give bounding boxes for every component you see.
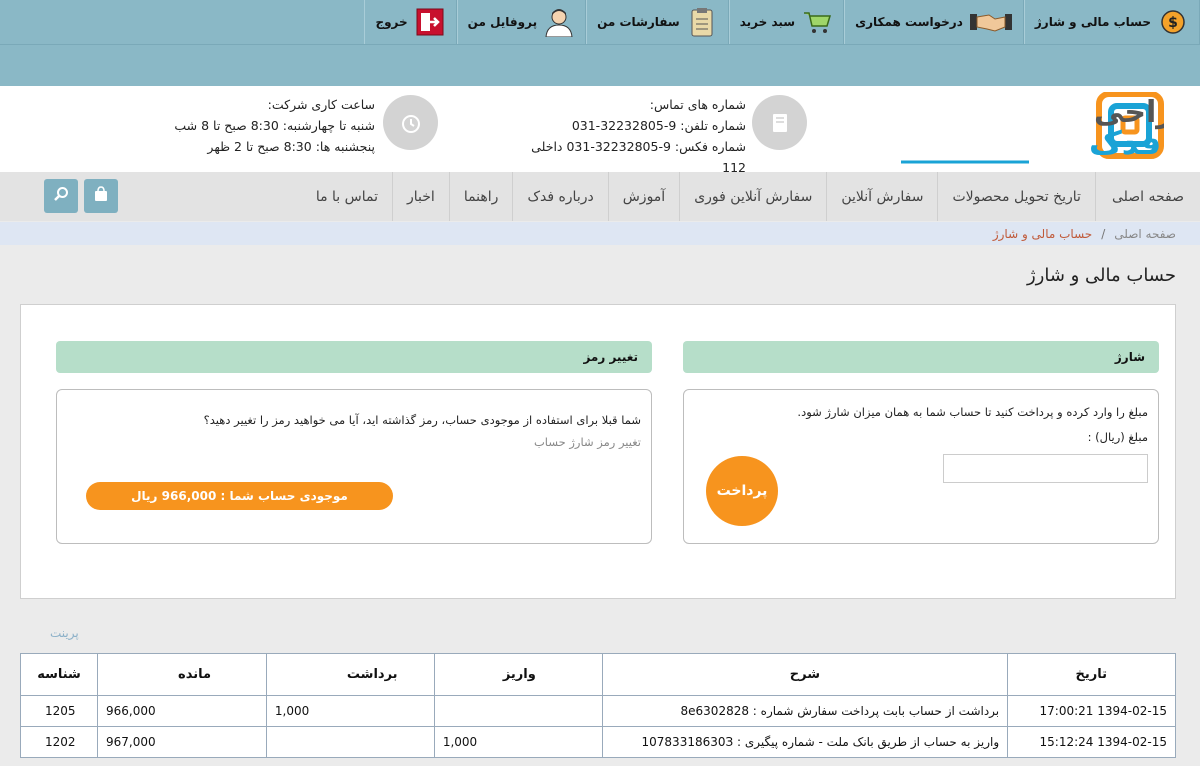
cell-balance: 967,000: [97, 726, 267, 758]
charge-heading: شارژ: [683, 341, 1159, 373]
table-row: 1394-02-15 17:00:21 برداشت از حساب بابت …: [19, 695, 1176, 727]
logout-link[interactable]: خروج: [364, 0, 457, 44]
breadcrumb-current[interactable]: حساب مالی و شارژ: [993, 227, 1092, 241]
nav-contact[interactable]: تماس با ما: [302, 172, 392, 221]
shopping-bag-icon: [93, 186, 109, 206]
search-button[interactable]: [44, 179, 78, 213]
account-panel: شارژ تغییر رمز مبلغ را وارد کرده و پرداخ…: [20, 304, 1176, 599]
contact-numbers: شماره های تماس: شماره تلفن: 9-32232805-0…: [506, 94, 746, 178]
my-profile-link[interactable]: پروفایل من: [456, 0, 587, 44]
coin-dollar-icon: $: [1157, 7, 1189, 37]
cell-deposit: 1,000: [433, 726, 603, 758]
cell-deposit: [433, 695, 603, 727]
nav-online-order[interactable]: سفارش آنلاین: [826, 172, 937, 221]
nav-home[interactable]: صفحه اصلی: [1094, 172, 1200, 221]
col-header-withdraw: برداشت: [265, 653, 435, 696]
col-header-balance: مانده: [97, 653, 267, 696]
cell-id: 1205: [19, 695, 99, 727]
change-password-link[interactable]: تغییر رمز شارژ حساب: [534, 435, 641, 449]
cell-withdraw: 1,000: [265, 695, 435, 727]
svg-text:فدک: فدک: [1089, 124, 1161, 162]
cell-id: 1202: [19, 726, 99, 758]
top-bar-divider: [0, 44, 1200, 45]
col-header-deposit: واریز: [433, 653, 603, 696]
top-bar: $ حساب مالی و شارژ درخواست همکاری سبد خر…: [0, 0, 1200, 86]
logout-label: خروج: [375, 15, 408, 29]
nav-delivery-dates[interactable]: تاریخ تحویل محصولات: [937, 172, 1095, 221]
change-password-description: شما قبلا برای استفاده از موجودی حساب، رم…: [203, 413, 641, 427]
table-row: 1394-02-15 15:12:24 واریز به حساب از طری…: [19, 726, 1176, 758]
breadcrumb-separator: /: [1101, 226, 1106, 241]
working-hours-title: ساعت کاری شرکت:: [267, 97, 375, 112]
phone-number: شماره تلفن: 9-32232805-031: [571, 118, 746, 133]
charge-description: مبلغ را وارد کرده و پرداخت کنید تا حساب …: [797, 405, 1148, 419]
col-header-id: شناسه: [19, 653, 99, 696]
change-password-heading: تغییر رمز: [56, 341, 652, 373]
col-header-description: شرح: [601, 653, 1009, 696]
cart-button[interactable]: [84, 179, 118, 213]
table-header-row: تاریخ شرح واریز برداشت مانده شناسه: [19, 653, 1176, 696]
nav-urgent-online-order[interactable]: سفارش آنلاین فوری: [679, 172, 826, 221]
my-profile-label: پروفایل من: [467, 15, 538, 29]
charge-box: مبلغ را وارد کرده و پرداخت کنید تا حساب …: [683, 389, 1159, 544]
shopping-cart-icon: [801, 7, 833, 37]
amount-label: مبلغ (ریال) :: [1087, 430, 1148, 444]
cell-description: واریز به حساب از طریق بانک ملت - شماره پ…: [601, 726, 1009, 758]
cell-withdraw: [265, 726, 435, 758]
cell-description: برداشت از حساب بابت پرداخت سفارش شماره :…: [601, 695, 1009, 727]
cooperation-request-link[interactable]: درخواست همکاری: [844, 0, 1024, 44]
pay-button[interactable]: پرداخت: [706, 456, 778, 526]
nav-about[interactable]: درباره فدک: [512, 172, 607, 221]
col-header-date: تاریخ: [1007, 653, 1176, 696]
amount-input[interactable]: [943, 454, 1148, 483]
user-icon: [543, 7, 575, 37]
nav-news[interactable]: اخبار: [392, 172, 449, 221]
working-hours-thursday: پنجشنبه ها: 8:30 صبح تا 2 ظهر: [207, 139, 375, 154]
page-title: حساب مالی و شارژ: [1026, 265, 1176, 286]
search-icon: [53, 186, 69, 206]
print-link[interactable]: پرینت: [50, 626, 79, 640]
account-charge-label: حساب مالی و شارژ: [1034, 15, 1151, 29]
phone-book-icon: [752, 95, 807, 150]
nav-tutorials[interactable]: آموزش: [607, 172, 679, 221]
my-orders-label: سفارشات من: [597, 15, 680, 29]
transactions-table: تاریخ شرح واریز برداشت مانده شناسه 1394-…: [19, 653, 1176, 758]
change-password-box: شما قبلا برای استفاده از موجودی حساب، رم…: [56, 389, 652, 544]
breadcrumb: صفحه اصلی / حساب مالی و شارژ: [0, 222, 1200, 245]
cell-date: 1394-02-15 17:00:21: [1007, 695, 1176, 727]
main-navigation: صفحه اصلی تاریخ تحویل محصولات سفارش آنلا…: [0, 172, 1200, 221]
svg-text:$: $: [1168, 15, 1178, 31]
cooperation-request-label: درخواست همکاری: [855, 15, 963, 29]
shopping-cart-label: سبد خرید: [739, 15, 796, 29]
site-header: چاپ و طراحی فدک شماره های تماس: شماره تل…: [0, 86, 1200, 175]
user-menu: $ حساب مالی و شارژ درخواست همکاری سبد خر…: [364, 0, 1200, 44]
clipboard-icon: [686, 7, 718, 37]
exit-icon: [414, 7, 446, 37]
shopping-cart-link[interactable]: سبد خرید: [728, 0, 845, 44]
cell-date: 1394-02-15 15:12:24: [1007, 726, 1176, 758]
my-orders-link[interactable]: سفارشات من: [586, 0, 729, 44]
working-hours-weekdays: شنبه تا چهارشنبه: 8:30 صبح تا 8 شب: [174, 118, 375, 133]
handshake-icon: [969, 7, 1013, 37]
contact-numbers-title: شماره های تماس:: [649, 97, 746, 112]
site-logo[interactable]: چاپ و طراحی فدک: [899, 91, 1200, 166]
working-hours: ساعت کاری شرکت: شنبه تا چهارشنبه: 8:30 ص…: [155, 94, 375, 157]
account-balance-badge: موجودی حساب شما : 966,000 ریال: [86, 482, 393, 510]
breadcrumb-home[interactable]: صفحه اصلی: [1114, 227, 1176, 241]
account-charge-link[interactable]: $ حساب مالی و شارژ: [1023, 0, 1200, 44]
nav-guide[interactable]: راهنما: [448, 172, 513, 221]
cell-balance: 966,000: [97, 695, 267, 727]
alarm-clock-icon: [383, 95, 438, 150]
